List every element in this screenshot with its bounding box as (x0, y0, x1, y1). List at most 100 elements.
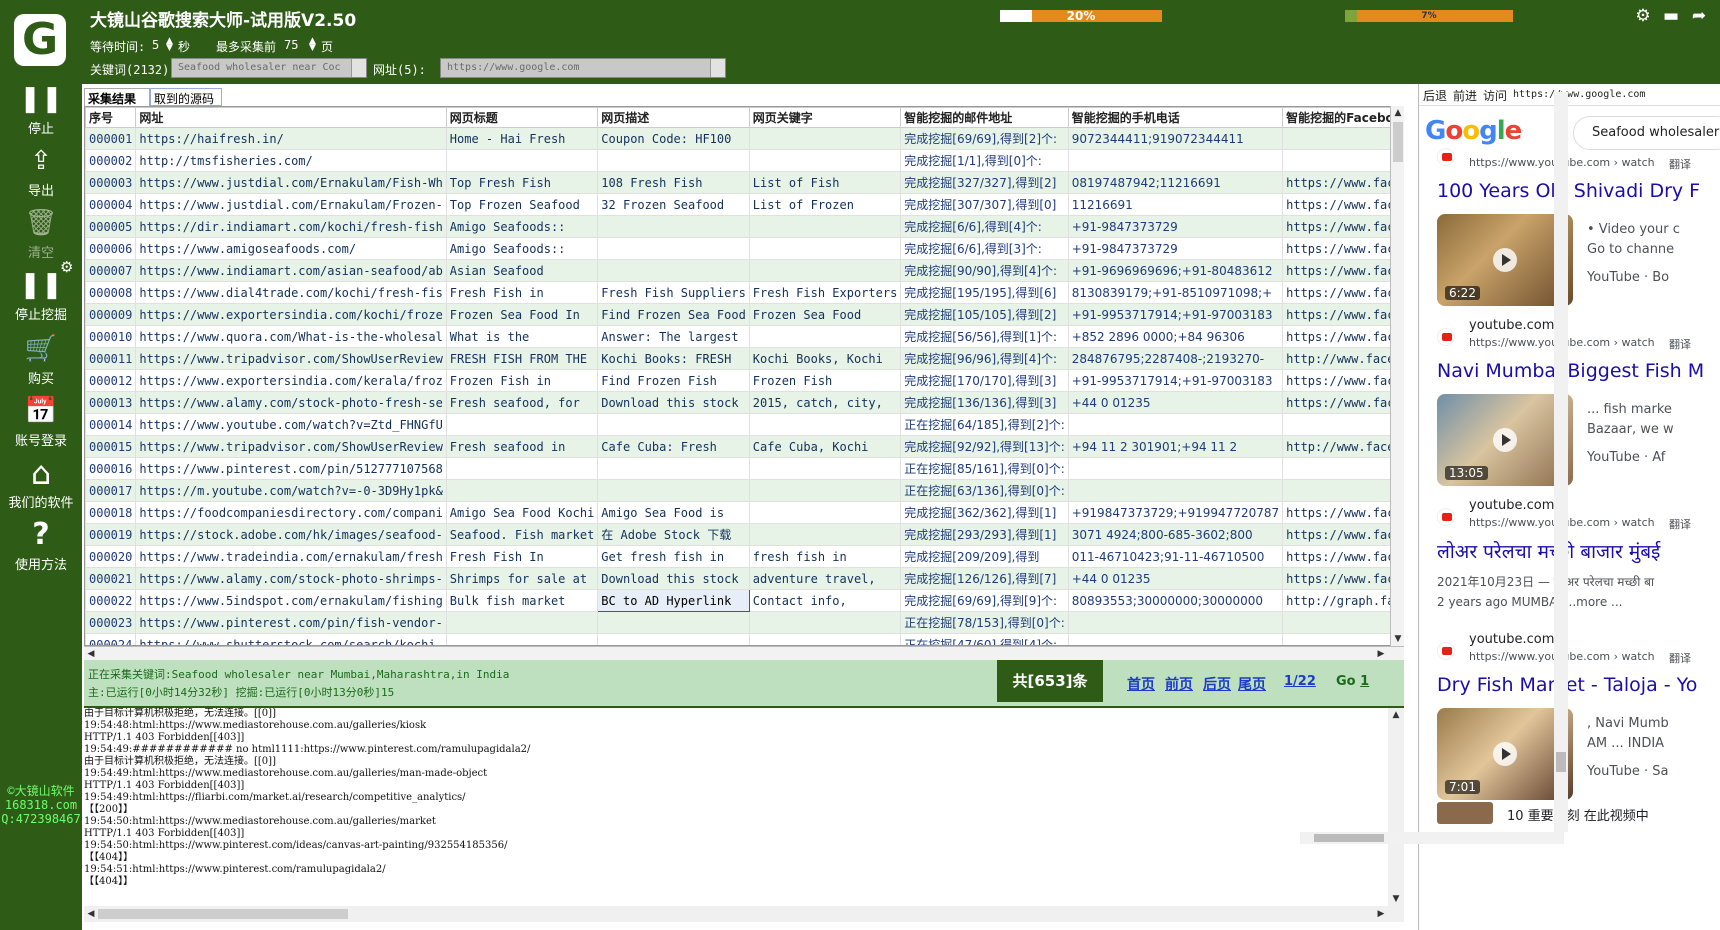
table-cell[interactable] (597, 237, 750, 260)
table-cell[interactable] (748, 523, 902, 546)
table-cell[interactable]: 000007 (85, 259, 137, 282)
next-page-link[interactable]: 后页 (1203, 674, 1231, 694)
table-cell[interactable]: 08197487942;11216691 (1067, 171, 1284, 194)
table-cell[interactable] (597, 479, 750, 502)
our-software-button[interactable]: ⌂ 我们的软件 (0, 457, 82, 511)
scroll-right-icon[interactable]: ▶ (1374, 647, 1388, 661)
table-cell[interactable]: 完成挖掘[170/170],得到[3] (900, 369, 1069, 392)
table-cell[interactable]: Fresh seafood, for (445, 391, 599, 414)
table-cell[interactable]: 8130839179;+91-8510971098;+ (1067, 281, 1284, 304)
dropdown-arrow-icon[interactable] (710, 59, 725, 77)
table-cell[interactable]: Top Fresh Fish (445, 171, 599, 194)
table-cell[interactable] (1282, 413, 1403, 436)
table-cell[interactable] (748, 611, 902, 634)
table-cell[interactable]: 完成挖掘[136/136],得到[3] (900, 391, 1069, 414)
table-cell[interactable]: 000018 (85, 501, 137, 524)
table-cell[interactable]: 000021 (85, 567, 137, 590)
table-cell[interactable]: 000016 (85, 457, 137, 480)
table-cell[interactable] (597, 259, 750, 282)
scroll-thumb[interactable] (1556, 752, 1566, 772)
table-cell[interactable]: Get fresh fish in (597, 545, 750, 568)
help-button[interactable]: ? 使用方法 (0, 520, 82, 574)
table-cell[interactable]: Download this stock (597, 391, 750, 414)
scroll-left-icon[interactable]: ◀ (84, 907, 98, 921)
table-cell[interactable]: Frozen Sea Food In (445, 303, 599, 326)
table-cell[interactable]: https://stock.adobe.com/hk/images/seafoo… (135, 523, 447, 546)
key-moments-label[interactable]: 10 重要时刻 在此视频中 (1507, 805, 1649, 824)
scroll-up-icon[interactable]: ▲ (1391, 106, 1405, 120)
table-cell[interactable]: 000013 (85, 391, 137, 414)
table-cell[interactable]: What is the (445, 325, 599, 348)
table-cell[interactable]: Fresh Fish Suppliers (597, 281, 750, 304)
table-cell[interactable]: https://www.exportersindia.com/kerala/fr… (135, 369, 447, 392)
table-cell[interactable]: Fresh Fish In (445, 545, 599, 568)
table-cell[interactable]: 完成挖掘[1/1],得到[0]个: (900, 149, 1069, 172)
table-cell[interactable] (748, 127, 902, 150)
table-cell[interactable]: Kochi Books, Kochi (748, 347, 902, 370)
table-row[interactable]: 000005 https://dir.indiamart.com/kochi/fr… (85, 215, 1403, 238)
table-cell[interactable] (445, 149, 599, 172)
keyword-select[interactable]: Seafood wholesaler near Coc (171, 58, 367, 78)
table-cell[interactable]: https://www.youtube.com/watch?v=Ztd_FHNG… (135, 413, 447, 436)
table-row[interactable]: 000001 https://haifresh.in/Home - Hai Fre… (85, 127, 1403, 150)
table-cell[interactable]: https://www.face (1282, 237, 1403, 260)
video-thumbnail[interactable]: 7:01 (1437, 708, 1573, 800)
table-cell[interactable]: https://www.face (1282, 303, 1403, 326)
column-header[interactable]: 智能挖掘的邮件地址 (900, 107, 1069, 128)
table-cell[interactable]: 000001 (85, 127, 137, 150)
table-row[interactable]: 000023 https://www.pinterest.com/pin/fish… (85, 611, 1403, 634)
stop-mining-button[interactable]: ❚❚ 停止挖掘 (0, 270, 82, 323)
translate-link[interactable]: 翻译 (1669, 336, 1691, 352)
scroll-left-icon[interactable]: ◀ (84, 647, 98, 661)
browser-vertical-scrollbar[interactable] (1554, 92, 1568, 832)
table-cell[interactable]: 000014 (85, 413, 137, 436)
table-row[interactable]: 000024 https://www.shutterstock.com/searc… (85, 633, 1403, 645)
table-cell[interactable] (1282, 479, 1403, 502)
table-cell[interactable]: 000024 (85, 633, 137, 645)
table-cell[interactable]: https://www.justdial.com/Ernakulam/Fish-… (135, 171, 447, 194)
scroll-thumb[interactable] (1393, 122, 1403, 162)
table-row[interactable]: 000002 http://tmsfisheries.com/完成挖掘[1/1],… (85, 149, 1403, 172)
table-cell[interactable]: https://www.tradeindia.com/ernakulam/fre… (135, 545, 447, 568)
table-cell[interactable]: List of Frozen (748, 193, 902, 216)
table-cell[interactable]: +91-9696969696;+91-80483612 (1067, 259, 1284, 282)
table-cell[interactable]: https://www.face (1282, 501, 1403, 524)
column-header[interactable]: 网页标题 (445, 107, 599, 128)
table-cell[interactable]: https://www.justdial.com/Ernakulam/Froze… (135, 193, 447, 216)
table-cell[interactable]: 在 Adobe Stock 下载 (597, 523, 750, 546)
table-cell[interactable]: 000017 (85, 479, 137, 502)
table-cell[interactable] (597, 215, 750, 238)
column-header[interactable]: 网页关键字 (748, 107, 902, 128)
table-cell[interactable]: 完成挖掘[56/56],得到[1]个: (900, 325, 1069, 348)
table-cell[interactable]: Find Frozen Fish (597, 369, 750, 392)
table-cell[interactable]: 完成挖掘[126/126],得到[7] (900, 567, 1069, 590)
table-cell[interactable]: https://foodcompaniesdirectory.com/compa… (135, 501, 447, 524)
column-header[interactable]: 智能挖掘的Facebook (1282, 107, 1403, 128)
table-row[interactable]: 000011 https://www.tripadvisor.com/ShowUs… (85, 347, 1403, 370)
table-cell[interactable]: Bulk fish market (445, 589, 599, 612)
table-row[interactable]: 000008 https://www.dial4trade.com/kochi/f… (85, 281, 1403, 304)
result-title[interactable]: Navi Mumbai Biggest Fish M (1437, 360, 1704, 382)
table-cell[interactable]: 正在挖掘[63/136],得到[0]个: (900, 479, 1069, 502)
table-cell[interactable] (597, 413, 750, 436)
column-header[interactable]: 智能挖掘的手机电话 (1067, 107, 1284, 128)
buy-button[interactable]: 🛒 购买 (0, 334, 82, 387)
table-cell[interactable] (1282, 127, 1403, 150)
table-cell[interactable]: 完成挖掘[327/327],得到[2] (900, 171, 1069, 194)
table-cell[interactable]: 000015 (85, 435, 137, 458)
table-cell[interactable]: https://www.face (1282, 215, 1403, 238)
table-cell[interactable]: 108 Fresh Fish (597, 171, 750, 194)
table-cell[interactable]: BC to AD Hyperlink (597, 589, 750, 612)
table-row[interactable]: 000016 https://www.pinterest.com/pin/5127… (85, 457, 1403, 480)
table-cell[interactable]: http://www.faceb (1282, 435, 1403, 458)
table-row[interactable]: 000006 https://www.amigoseafoods.com/Amig… (85, 237, 1403, 260)
tab-results[interactable]: 采集结果 (84, 88, 150, 106)
table-cell[interactable]: https://www.5indspot.com/ernakulam/fishi… (135, 589, 447, 612)
stop-button[interactable]: ❚❚ 停止 (0, 84, 82, 137)
max-pages-spinner[interactable]: ▲ ▼ (309, 37, 317, 53)
moment-thumbnail[interactable] (1437, 802, 1493, 824)
table-cell[interactable]: Contact info, (748, 589, 902, 612)
table-cell[interactable]: 11216691 (1067, 193, 1284, 216)
table-cell[interactable]: Top Frozen Seafood (445, 193, 599, 216)
table-cell[interactable]: Fresh Fish Exporters (748, 281, 902, 304)
